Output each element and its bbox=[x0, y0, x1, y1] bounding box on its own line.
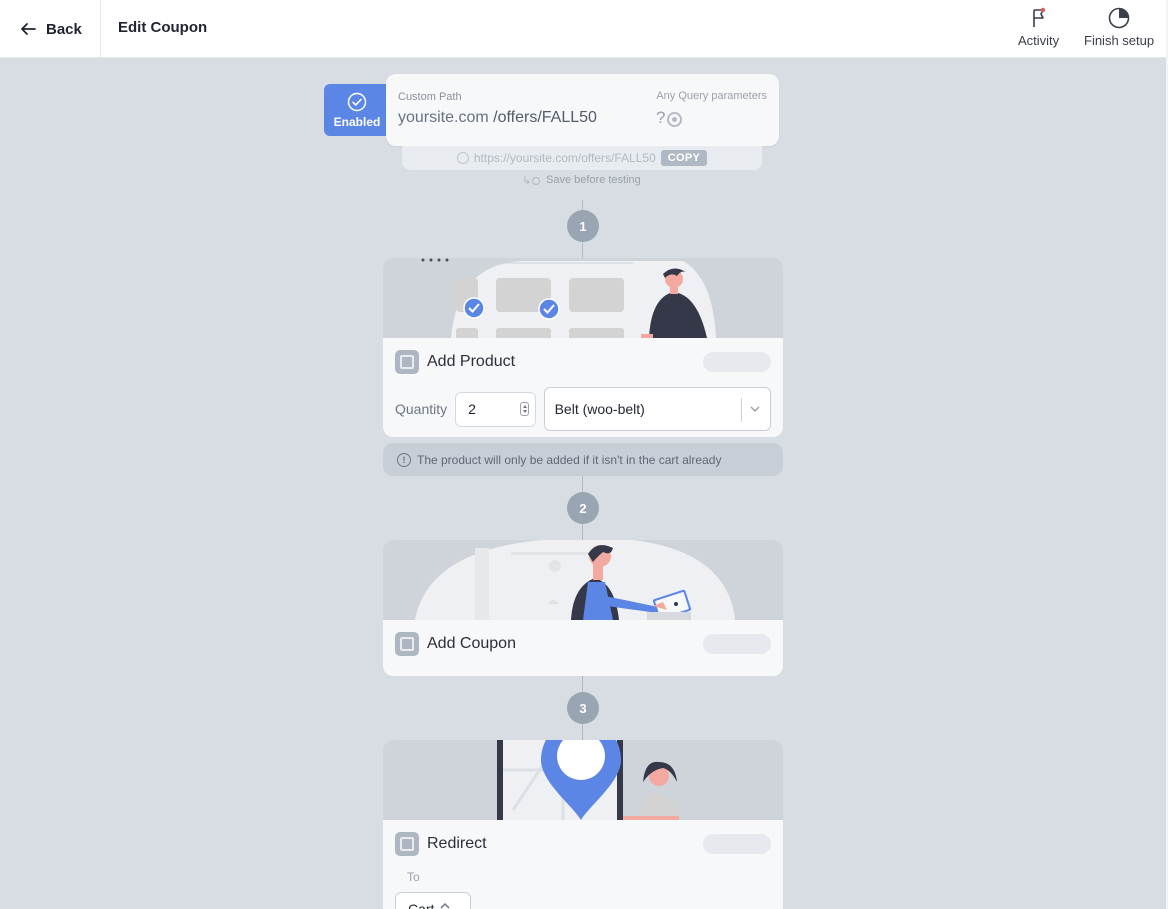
enabled-toggle[interactable]: Enabled bbox=[324, 84, 390, 136]
quantity-label: Quantity bbox=[395, 401, 448, 417]
add-product-card: Add Product Quantity 2 Belt (woo-belt) bbox=[383, 258, 783, 437]
quantity-stepper[interactable]: 2 bbox=[455, 391, 536, 427]
full-url-bar: https://yoursite.com/offers/FALL50 COPY bbox=[402, 146, 762, 170]
path-slug[interactable]: /offers/FALL50 bbox=[493, 109, 597, 126]
activity-button[interactable]: Activity bbox=[1018, 6, 1059, 48]
chevron-down-icon bbox=[750, 406, 760, 413]
back-button[interactable]: Back bbox=[0, 0, 101, 58]
copy-button[interactable]: COPY bbox=[660, 150, 708, 166]
radio-icon bbox=[667, 112, 683, 127]
redirect-title: Redirect bbox=[427, 835, 487, 852]
query-parameters-label: Any Query parameters bbox=[656, 90, 767, 102]
quantity-value: 2 bbox=[468, 401, 476, 417]
product-info-notice: ! The product will only be added if it i… bbox=[383, 443, 783, 476]
person-reading-illustration bbox=[415, 540, 735, 620]
shopping-illustration bbox=[421, 258, 716, 338]
arrow-left-icon bbox=[21, 23, 36, 35]
redirect-target-select[interactable]: Cart bbox=[395, 892, 471, 909]
add-coupon-header: Add Coupon bbox=[383, 620, 783, 668]
enabled-label: Enabled bbox=[333, 114, 381, 129]
chip-icon bbox=[395, 350, 419, 374]
full-url: https://yoursite.com/offers/FALL50 bbox=[473, 151, 656, 165]
custom-path-box: Custom Path yoursite.com /offers/FALL50 … bbox=[386, 74, 779, 146]
path-domain: yoursite.com bbox=[398, 109, 489, 126]
coupon-illustration bbox=[383, 540, 783, 620]
add-coupon-card: Add Coupon bbox=[383, 540, 783, 676]
back-label: Back bbox=[46, 20, 82, 38]
info-icon: ! bbox=[397, 452, 411, 467]
select-divider bbox=[741, 398, 742, 422]
redirect-header: Redirect bbox=[383, 820, 783, 868]
redirect-to-label: To bbox=[407, 870, 420, 884]
product-info-text: The product will only be added if it isn… bbox=[417, 452, 722, 467]
product-selected-value: Belt (woo-belt) bbox=[554, 401, 645, 417]
map-pin-illustration bbox=[497, 740, 679, 820]
redirect-target-value: Cart bbox=[408, 901, 435, 909]
globe-icon bbox=[456, 152, 469, 164]
save-hint-text: Save before testing bbox=[546, 174, 641, 186]
finish-setup-label: Finish setup bbox=[1084, 33, 1155, 48]
redirect-card: Redirect To Cart bbox=[383, 740, 783, 909]
step-number: 3 bbox=[567, 692, 599, 724]
chip-icon bbox=[395, 632, 419, 656]
add-coupon-title: Add Coupon bbox=[427, 635, 516, 652]
progress-icon bbox=[1108, 7, 1130, 29]
step-number: 1 bbox=[567, 210, 599, 242]
spinner-icon[interactable] bbox=[519, 402, 529, 416]
step-options-pill[interactable] bbox=[703, 834, 771, 854]
save-hint: Save before testing bbox=[522, 174, 641, 186]
check-circle-icon bbox=[347, 92, 367, 111]
add-product-header: Add Product bbox=[383, 338, 783, 386]
products-illustration bbox=[383, 258, 783, 338]
return-arrow-icon bbox=[524, 176, 540, 185]
step-options-pill[interactable] bbox=[703, 634, 771, 654]
custom-path-label: Custom Path bbox=[398, 91, 462, 103]
query-mark: ? bbox=[656, 108, 666, 127]
chip-icon bbox=[395, 832, 419, 856]
add-product-title: Add Product bbox=[427, 353, 516, 370]
step-number: 2 bbox=[567, 492, 599, 524]
custom-path-field[interactable]: yoursite.com /offers/FALL50 bbox=[398, 109, 597, 127]
query-parameters-toggle[interactable]: ? bbox=[656, 108, 683, 128]
step-options-pill[interactable] bbox=[703, 352, 771, 372]
flag-icon bbox=[1032, 7, 1045, 27]
page-title: Edit Coupon bbox=[118, 19, 208, 36]
product-select[interactable]: Belt (woo-belt) bbox=[543, 387, 771, 431]
top-bar: Back Edit Coupon Activity Finish setup bbox=[0, 0, 1166, 58]
activity-label: Activity bbox=[1018, 33, 1060, 48]
quantity-row: Quantity 2 Belt (woo-belt) bbox=[383, 386, 783, 432]
chevron-up-icon bbox=[440, 902, 450, 909]
redirect-illustration bbox=[383, 740, 783, 820]
finish-setup-button[interactable]: Finish setup bbox=[1084, 6, 1154, 48]
